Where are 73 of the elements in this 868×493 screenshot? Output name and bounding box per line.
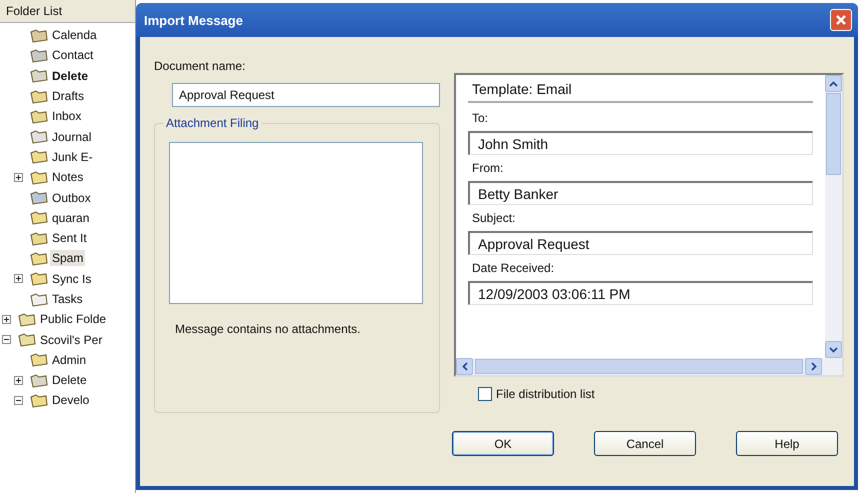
folder-icon (30, 372, 48, 388)
folder-icon (30, 170, 48, 185)
vertical-scrollbar[interactable] (825, 75, 842, 358)
checkbox[interactable] (478, 387, 492, 401)
field-label: Document name: (154, 59, 246, 73)
template-field[interactable]: 12/09/2003 03:06:11 PM (468, 281, 813, 305)
expand-toggle[interactable] (14, 376, 23, 385)
folder-item[interactable]: Develo (50, 392, 92, 408)
scroll-right-icon[interactable] (810, 362, 816, 371)
template-field[interactable]: Approval Request (468, 231, 813, 255)
folder-item[interactable]: Sent It (50, 230, 89, 246)
template-field[interactable]: John Smith (468, 131, 813, 155)
folder-item[interactable]: Delete (50, 68, 90, 84)
scroll-down-icon[interactable] (829, 346, 838, 352)
field-label: To: (472, 111, 490, 125)
folder-item[interactable]: Delete (50, 372, 89, 388)
dialog-button[interactable]: Help (736, 431, 838, 456)
folder-item[interactable]: Contact (50, 47, 96, 64)
group-title: Attachment Filing (163, 116, 262, 130)
folder-icon (30, 392, 48, 408)
dialog-button[interactable]: Cancel (594, 431, 696, 456)
attachment-list[interactable] (169, 142, 423, 304)
expand-toggle[interactable] (2, 314, 11, 324)
folder-item[interactable]: Inbox (50, 108, 84, 124)
template-title: Template: Email (468, 79, 813, 103)
close-button[interactable] (830, 9, 852, 31)
folder-icon (30, 352, 48, 368)
folder-item[interactable]: Tasks (50, 291, 85, 307)
pane-title: Folder List (0, 0, 135, 23)
folder-item[interactable]: Drafts (50, 88, 86, 104)
field-label: Date Received: (472, 261, 556, 275)
folder-icon (30, 190, 48, 206)
expand-toggle[interactable] (2, 335, 11, 344)
template-field[interactable]: Betty Banker (468, 181, 813, 205)
folder-item[interactable]: Sync Is (50, 270, 94, 287)
window-title: Import Message (144, 12, 243, 28)
checkbox-label[interactable]: File distribution list (496, 387, 595, 401)
folder-item[interactable]: Notes (50, 169, 86, 186)
folder-icon (30, 210, 48, 226)
scroll-left-icon[interactable] (462, 362, 468, 371)
folder-icon (30, 271, 48, 286)
folder-item[interactable]: Calenda (50, 27, 99, 44)
folder-icon (18, 312, 36, 327)
folder-icon (30, 88, 48, 104)
folder-icon (30, 292, 48, 306)
folder-icon (30, 230, 48, 246)
folder-item[interactable]: Admin (50, 352, 88, 368)
status-text: Message contains no attachments. (174, 322, 362, 336)
folder-icon (30, 250, 48, 266)
folder-item[interactable]: Spam (50, 250, 86, 266)
folder-item[interactable]: Outbox (50, 190, 93, 206)
folder-icon (30, 129, 48, 144)
folder-icon (30, 48, 48, 63)
folder-icon (30, 108, 48, 124)
expand-toggle[interactable] (14, 172, 23, 182)
horizontal-scrollbar[interactable] (456, 358, 842, 375)
folder-icon (30, 149, 48, 164)
folder-item[interactable]: Scovil's Per (38, 332, 104, 348)
dialog-button[interactable]: OK (452, 431, 554, 456)
expand-toggle[interactable] (14, 396, 23, 405)
folder-item[interactable]: Public Folde (38, 311, 108, 328)
folder-item[interactable]: quaran (50, 210, 92, 226)
close-icon (835, 14, 847, 26)
folder-icon (30, 68, 48, 84)
document-name-field[interactable]: Approval Request (172, 83, 440, 107)
field-label: Subject: (472, 211, 516, 225)
folder-item[interactable]: Journal (50, 128, 94, 145)
folder-icon (18, 332, 36, 348)
folder-item[interactable]: Junk E- (50, 148, 95, 165)
expand-toggle[interactable] (14, 274, 23, 284)
folder-icon (30, 28, 48, 43)
field-label: From: (472, 161, 504, 175)
scroll-up-icon[interactable] (829, 80, 838, 86)
